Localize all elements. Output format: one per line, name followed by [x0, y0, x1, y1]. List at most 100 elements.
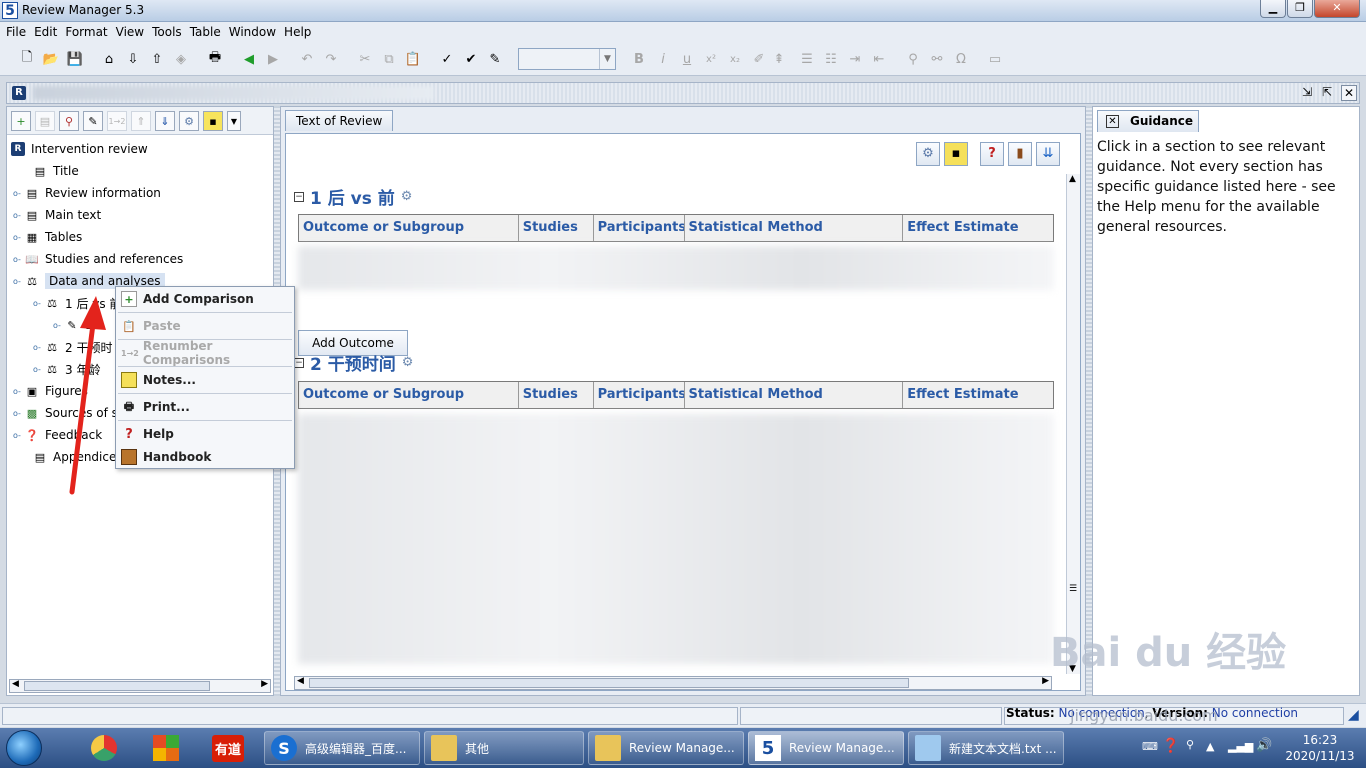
content-horizontal-scrollbar[interactable]: ◀ ▶ — [294, 676, 1052, 690]
scroll-left-icon[interactable]: ◀ — [12, 679, 19, 689]
system-clock[interactable]: 16:23 2020/11/13 — [1280, 732, 1360, 764]
scroll-thumb[interactable] — [309, 678, 909, 688]
expand-icon[interactable]: o- — [33, 343, 45, 352]
outline-horizontal-scrollbar[interactable]: ◀ ▶ — [9, 679, 271, 693]
scroll-right-icon[interactable]: ▶ — [1042, 676, 1049, 686]
section-title-1[interactable]: − 1 后 vs 前 ⚙ — [294, 184, 412, 209]
move-down-icon[interactable]: ⇓ — [155, 111, 175, 131]
menu-item-add-comparison[interactable]: + Add Comparison — [116, 288, 294, 310]
scroll-thumb[interactable]: ☰ — [1069, 584, 1077, 594]
menu-item-paste[interactable]: 📋 Paste — [116, 315, 294, 337]
menu-view[interactable]: View — [114, 22, 150, 42]
unlink-icon[interactable]: ⚯ — [926, 48, 948, 70]
maximize-icon[interactable]: ⇱ — [1319, 85, 1335, 101]
resize-grip-icon[interactable]: ◢ — [1348, 707, 1359, 723]
handbook-icon[interactable]: ▮ — [1008, 142, 1032, 166]
help-tray-icon[interactable]: ❓ — [1162, 738, 1179, 754]
expand-icon[interactable]: o- — [13, 255, 25, 264]
forward-arrow-icon[interactable]: ▶ — [262, 48, 284, 70]
format-icon[interactable]: ⇞ — [768, 48, 790, 70]
link-icon[interactable]: ⚲ — [902, 48, 924, 70]
volume-icon[interactable]: 🔊 — [1256, 738, 1272, 753]
print-icon[interactable]: 🖶 — [204, 48, 226, 70]
note-icon[interactable]: ▪ — [944, 142, 968, 166]
scroll-right-icon[interactable]: ▶ — [261, 679, 268, 689]
taskbar-item-review-manager[interactable]: 5 Review Manage... — [748, 731, 904, 765]
expand-icon[interactable]: o- — [33, 299, 45, 308]
open-folder-icon[interactable]: 📂 — [40, 48, 62, 70]
menu-format[interactable]: Format — [63, 22, 113, 42]
tree-node-review-information[interactable]: o- ▤ Review information — [13, 183, 161, 203]
redo-icon[interactable]: ↷ — [320, 48, 342, 70]
menu-table[interactable]: Table — [188, 22, 227, 42]
start-button[interactable] — [6, 730, 42, 766]
collapse-icon[interactable]: o- — [13, 277, 25, 286]
tree-node-main-text[interactable]: o- ▤ Main text — [13, 205, 101, 225]
tab-guidance[interactable]: ✕ Guidance — [1097, 110, 1199, 132]
menu-window[interactable]: Window — [227, 22, 282, 42]
gear-icon[interactable]: ⚙ — [401, 189, 413, 204]
taskbar-item-notepad[interactable]: 新建文本文档.txt ... — [908, 731, 1064, 765]
scroll-left-icon[interactable]: ◀ — [297, 676, 304, 686]
expand-icon[interactable]: o- — [13, 211, 25, 220]
expand-icon[interactable]: o- — [33, 365, 45, 374]
expand-icon[interactable]: o- — [13, 387, 25, 396]
properties-icon[interactable]: ▤ — [35, 111, 55, 131]
back-arrow-icon[interactable]: ◀ — [238, 48, 260, 70]
keyboard-icon[interactable]: ⌨ — [1142, 740, 1158, 753]
indent-icon[interactable]: ⇥ — [844, 48, 866, 70]
tab-text-of-review[interactable]: Text of Review — [285, 110, 394, 131]
move-up-icon[interactable]: ⇑ — [131, 111, 151, 131]
highlight-icon[interactable]: ✐ — [748, 48, 770, 70]
subscript-icon[interactable]: x₂ — [724, 48, 746, 70]
paste-icon[interactable]: 📋 — [402, 48, 424, 70]
chrome-like-app-icon[interactable] — [78, 732, 130, 764]
youdao-app-icon[interactable]: 有道 — [202, 732, 254, 764]
taskbar-item-other-folder[interactable]: 其他 — [424, 731, 584, 765]
gear-icon[interactable]: ⚙ — [179, 111, 199, 131]
tree-node-tables[interactable]: o- ▦ Tables — [13, 227, 82, 247]
table-insert-icon[interactable]: ▭ — [984, 48, 1006, 70]
check-icon[interactable]: ◈ — [170, 48, 192, 70]
menu-item-help[interactable]: ? Help — [116, 423, 294, 445]
menu-item-notes[interactable]: Notes... — [116, 369, 294, 391]
gear-icon[interactable]: ⚙ — [402, 355, 414, 370]
close-button[interactable]: ✕ — [1314, 0, 1360, 18]
menu-item-renumber-comparisons[interactable]: 1→2 Renumber Comparisons — [116, 339, 294, 367]
maximize-button[interactable]: ❐ — [1287, 0, 1313, 18]
tree-node-studies-and-references[interactable]: o- 📖 Studies and references — [13, 249, 183, 269]
section-title-2[interactable]: − 2 干预时间 ⚙ — [294, 350, 413, 375]
export-icon[interactable]: ⇧ — [146, 48, 168, 70]
spellcheck-abc-icon[interactable]: ✔ — [460, 48, 482, 70]
home-icon[interactable]: ⌂ — [98, 48, 120, 70]
import-icon[interactable]: ⇩ — [122, 48, 144, 70]
gear-icon[interactable]: ⚙ — [916, 142, 940, 166]
scroll-thumb[interactable] — [24, 681, 210, 691]
underline-icon[interactable]: u — [676, 48, 698, 70]
expand-icon[interactable]: o- — [13, 189, 25, 198]
menu-tools[interactable]: Tools — [150, 22, 188, 42]
signal-icon[interactable]: ▂▄▆ — [1228, 740, 1253, 753]
renumber-icon[interactable]: 1→2 — [107, 111, 127, 131]
note-icon[interactable]: ▪ — [203, 111, 223, 131]
office-app-icon[interactable] — [140, 732, 192, 764]
tree-node-title[interactable]: ▤ Title — [33, 161, 79, 181]
save-icon[interactable]: 💾 — [64, 48, 86, 70]
close-icon[interactable]: ✕ — [1106, 115, 1119, 128]
minimize-button[interactable]: ▁ — [1260, 0, 1286, 18]
collapse-icon[interactable]: − — [294, 191, 304, 202]
chevron-down-icon[interactable]: ▼ — [227, 111, 241, 131]
cut-icon[interactable]: ✂ — [354, 48, 376, 70]
find-icon[interactable]: ⚲ — [59, 111, 79, 131]
guidance-icon[interactable]: ⇊ — [1036, 142, 1060, 166]
spellcheck-icon[interactable]: ✓ — [436, 48, 458, 70]
outdent-icon[interactable]: ⇤ — [868, 48, 890, 70]
expand-icon[interactable]: o- — [13, 233, 25, 242]
bold-icon[interactable]: B — [628, 48, 650, 70]
font-select[interactable]: ▼ — [518, 48, 616, 70]
scroll-up-icon[interactable]: ▲ — [1069, 174, 1076, 184]
undo-icon[interactable]: ↶ — [296, 48, 318, 70]
restore-down-icon[interactable]: ⇲ — [1299, 85, 1315, 101]
italic-icon[interactable]: i — [652, 48, 674, 70]
menu-edit[interactable]: Edit — [32, 22, 63, 42]
